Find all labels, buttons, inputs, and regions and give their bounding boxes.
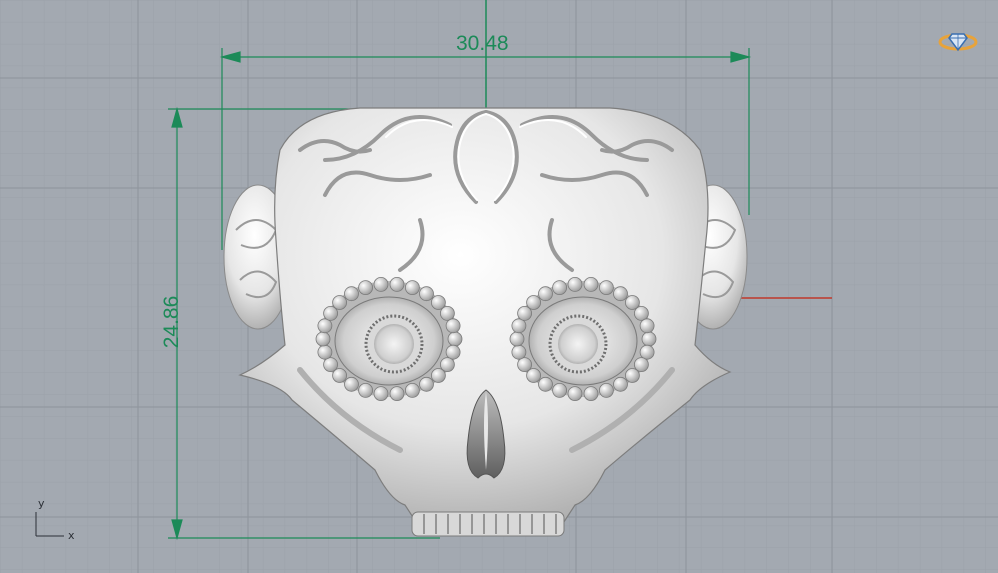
pearl-bead: [538, 376, 553, 392]
pearl-bead: [332, 295, 348, 310]
front-viewport[interactable]: 30.48 24.86 y x: [0, 0, 998, 573]
pearl-bead: [517, 357, 532, 373]
pearl-bead: [552, 382, 567, 398]
pearl-bead: [613, 376, 628, 392]
pearl-bead: [373, 386, 389, 402]
axis-y-label: y: [38, 497, 45, 510]
pearl-bead: [625, 368, 640, 383]
pearl-bead: [404, 382, 420, 398]
pearl-bead: [526, 295, 541, 310]
pearl-bead: [538, 286, 553, 302]
pearl-bead: [445, 344, 461, 360]
width-dimension-value[interactable]: 30.48: [456, 32, 509, 56]
viewport-canvas[interactable]: [0, 0, 998, 573]
pearl-bead: [599, 382, 614, 398]
pearl-bead: [344, 286, 359, 302]
right-pupil: [558, 324, 598, 364]
pearl-bead: [439, 305, 455, 321]
pearl-bead: [344, 376, 359, 392]
pearl-bead: [639, 318, 655, 334]
pearl-bead: [447, 331, 463, 347]
pearl-bead: [599, 280, 614, 296]
axis-x-label: x: [68, 529, 75, 542]
pearl-bead: [613, 286, 628, 302]
pearl-bead: [567, 386, 583, 402]
pearl-bead: [641, 331, 657, 347]
pearl-bead: [317, 318, 333, 334]
pearl-bead: [419, 376, 434, 392]
teeth-row: [411, 511, 565, 537]
pearl-bead: [445, 318, 461, 334]
left-pupil: [374, 324, 414, 364]
pearl-bead: [583, 386, 599, 402]
pearl-bead: [404, 280, 420, 296]
pearl-bead: [509, 331, 525, 347]
pearl-bead: [389, 276, 405, 292]
ring-gem-icon[interactable]: [938, 28, 978, 54]
pearl-bead: [552, 280, 567, 296]
pearl-bead: [315, 331, 331, 347]
pearl-bead: [430, 368, 446, 383]
pearl-bead: [634, 305, 649, 321]
pearl-bead: [583, 276, 599, 292]
pearl-bead: [389, 386, 405, 402]
pearl-bead: [419, 286, 434, 302]
pearl-bead: [511, 318, 527, 334]
height-dimension-value[interactable]: 24.86: [160, 292, 184, 352]
pearl-bead: [317, 344, 333, 360]
pearl-bead: [511, 344, 527, 360]
pearl-bead: [373, 276, 389, 292]
pearl-bead: [639, 344, 655, 360]
pearl-bead: [358, 382, 374, 398]
pearl-bead: [567, 276, 583, 292]
pearl-bead: [323, 357, 339, 373]
pearl-bead: [358, 280, 374, 296]
